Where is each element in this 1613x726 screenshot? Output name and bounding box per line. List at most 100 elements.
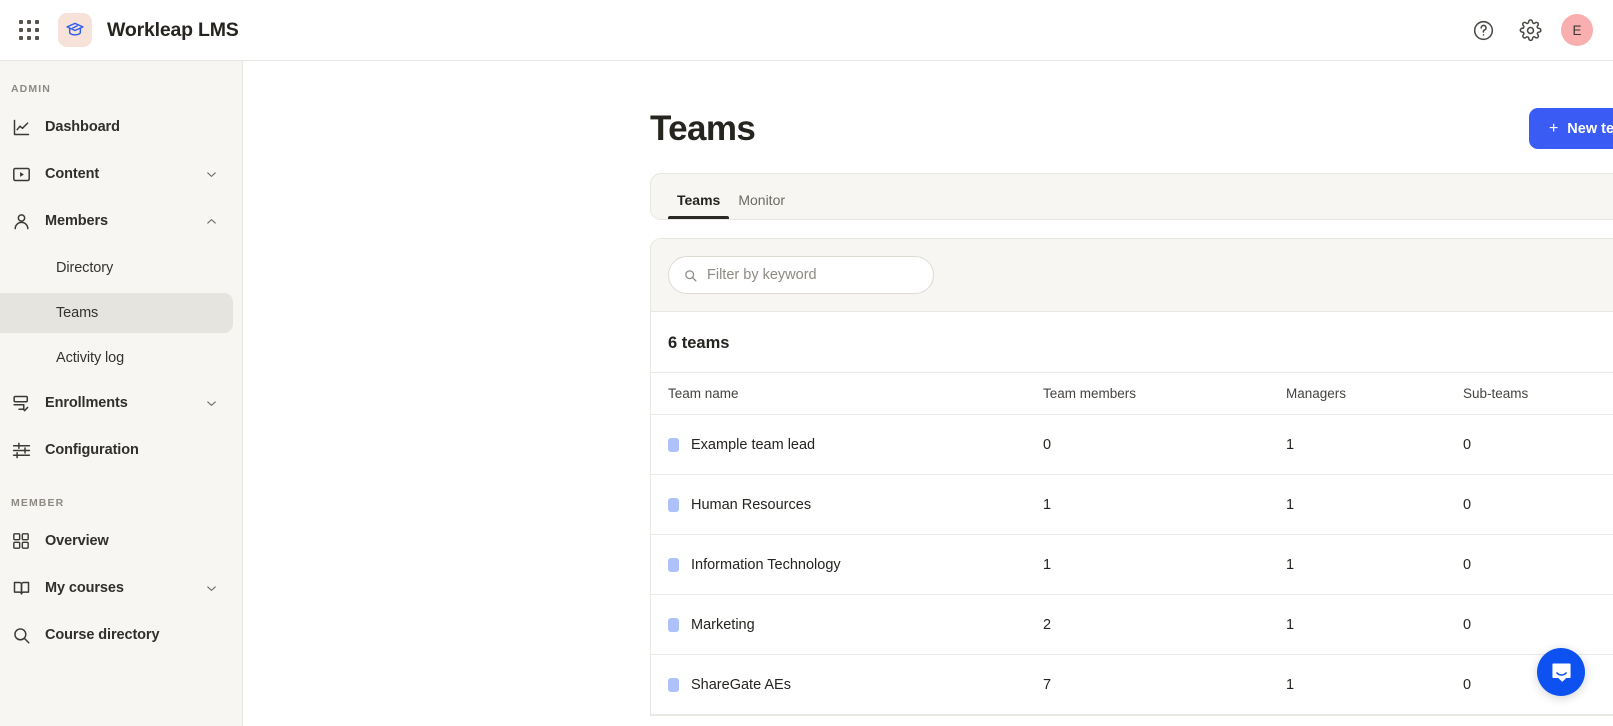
help-circle-icon[interactable] — [1467, 14, 1499, 46]
chevron-up-icon[interactable] — [204, 214, 219, 229]
cell-team-name: Information Technology — [651, 534, 1043, 595]
gear-icon[interactable] — [1514, 14, 1546, 46]
main-content: Teams + New team Teams Monitor — [243, 61, 1613, 726]
sidebar-item-my-courses[interactable]: My courses — [0, 568, 233, 608]
team-name-label: Information Technology — [691, 556, 841, 573]
sidebar-item-label: My courses — [45, 580, 124, 596]
top-bar-actions: E — [1467, 14, 1593, 46]
app-root: Workleap LMS E ADMIN Dashboard Content M… — [0, 0, 1613, 726]
cell-managers: 1 — [1286, 534, 1463, 595]
column-header-managers[interactable]: Managers — [1286, 372, 1463, 415]
sidebar-item-label: Enrollments — [45, 395, 128, 411]
search-icon — [11, 624, 37, 646]
sidebar-section-gap — [0, 477, 242, 497]
cell-managers: 1 — [1286, 594, 1463, 655]
cell-team-name: Human Resources — [651, 474, 1043, 535]
plus-icon: + — [1548, 119, 1559, 137]
page-title: Teams — [650, 108, 756, 148]
sidebar-section-admin-label: ADMIN — [11, 83, 51, 95]
team-color-swatch — [668, 497, 679, 512]
cell-sub-teams: 0 — [1463, 534, 1613, 595]
search-box[interactable] — [668, 256, 934, 294]
table-row[interactable]: Information Technology 1 1 0 — [651, 534, 1613, 595]
sidebar-item-members[interactable]: Members — [0, 201, 233, 241]
team-name-label: Example team lead — [691, 436, 816, 453]
sidebar: ADMIN Dashboard Content Members Director… — [0, 61, 243, 726]
column-header-team-members[interactable]: Team members — [1043, 372, 1286, 415]
team-name-label: Human Resources — [691, 496, 812, 513]
intercom-chat-icon[interactable] — [1537, 648, 1585, 696]
avatar[interactable]: E — [1561, 14, 1593, 46]
column-header-sub-teams[interactable]: Sub-teams — [1463, 372, 1613, 415]
page-header: Teams + New team — [650, 108, 1613, 149]
sidebar-item-course-directory[interactable]: Course directory — [0, 615, 233, 655]
search-input[interactable] — [707, 267, 919, 283]
enrollment-check-icon — [11, 392, 37, 414]
sidebar-item-activity-log[interactable]: Activity log — [0, 338, 233, 378]
table-row[interactable]: Human Resources 1 1 0 — [651, 474, 1613, 535]
sidebar-item-configuration[interactable]: Configuration — [0, 430, 233, 470]
cell-sub-teams: 0 — [1463, 414, 1613, 475]
cell-team-members: 2 — [1043, 594, 1286, 655]
sidebar-item-label: Dashboard — [45, 119, 120, 135]
sidebar-item-label: Teams — [56, 305, 99, 321]
sidebar-item-directory[interactable]: Directory — [0, 248, 233, 288]
chart-line-icon — [11, 116, 37, 138]
cell-managers: 1 — [1286, 654, 1463, 715]
table-row[interactable]: Marketing 2 1 0 — [651, 594, 1613, 655]
sidebar-item-label: Configuration — [45, 442, 139, 458]
team-name-label: ShareGate AEs — [691, 676, 791, 693]
teams-table-body: Example team lead 0 1 0 Human Resources … — [651, 414, 1613, 715]
body-split: ADMIN Dashboard Content Members Director… — [0, 61, 1613, 726]
cell-team-members: 0 — [1043, 414, 1286, 475]
table-row[interactable]: ShareGate AEs 7 1 0 — [651, 654, 1613, 715]
sidebar-section-member-label: MEMBER — [11, 497, 65, 509]
cell-team-name: Example team lead — [651, 414, 1043, 475]
tab-teams[interactable]: Teams — [668, 192, 730, 219]
chevron-down-icon[interactable] — [204, 581, 219, 596]
table-header-row: Team name Team members Managers Sub-team… — [651, 372, 1613, 415]
app-title: Workleap LMS — [107, 18, 239, 41]
new-team-button-label: New team — [1567, 120, 1613, 137]
cell-managers: 1 — [1286, 474, 1463, 535]
apps-grid-icon[interactable] — [12, 13, 46, 47]
book-open-icon — [11, 577, 37, 599]
sidebar-item-label: Activity log — [56, 350, 125, 366]
team-color-swatch — [668, 677, 679, 692]
user-icon — [11, 210, 37, 232]
sidebar-item-overview[interactable]: Overview — [0, 521, 233, 561]
sidebar-item-dashboard[interactable]: Dashboard — [0, 107, 233, 147]
video-play-icon — [11, 163, 37, 185]
main-inner: Teams + New team Teams Monitor — [650, 61, 1613, 716]
cell-sub-teams: 0 — [1463, 474, 1613, 535]
tab-monitor[interactable]: Monitor — [729, 192, 794, 219]
team-color-swatch — [668, 617, 679, 632]
sidebar-item-label: Members — [45, 213, 108, 229]
top-bar: Workleap LMS E — [0, 0, 1613, 61]
chevron-down-icon[interactable] — [204, 167, 219, 182]
sidebar-item-label: Overview — [45, 533, 109, 549]
teams-table-head: Team name Team members Managers Sub-team… — [651, 372, 1613, 415]
sliders-icon — [11, 439, 37, 461]
cell-team-members: 7 — [1043, 654, 1286, 715]
cell-team-name: ShareGate AEs — [651, 654, 1043, 715]
sidebar-item-label: Directory — [56, 260, 114, 276]
sidebar-item-label: Course directory — [45, 627, 160, 643]
sidebar-item-content[interactable]: Content — [0, 154, 233, 194]
column-header-team-name[interactable]: Team name — [651, 372, 1043, 415]
table-row[interactable]: Example team lead 0 1 0 — [651, 414, 1613, 475]
cell-managers: 1 — [1286, 414, 1463, 475]
graduation-cap-icon — [58, 13, 92, 47]
sidebar-item-enrollments[interactable]: Enrollments — [0, 383, 233, 423]
grid-squares-icon — [11, 530, 37, 552]
new-team-button[interactable]: + New team — [1528, 108, 1613, 149]
cell-sub-teams: 0 — [1463, 594, 1613, 655]
cell-team-members: 1 — [1043, 474, 1286, 535]
chevron-down-icon[interactable] — [204, 396, 219, 411]
teams-table: Team name Team members Managers Sub-team… — [651, 372, 1613, 715]
sidebar-item-teams[interactable]: Teams — [0, 293, 233, 333]
teams-list-card: 6 teams Team name Team members Managers … — [650, 238, 1613, 716]
sidebar-item-label: Content — [45, 166, 100, 182]
filter-bar — [651, 239, 1613, 312]
team-color-swatch — [668, 437, 679, 452]
